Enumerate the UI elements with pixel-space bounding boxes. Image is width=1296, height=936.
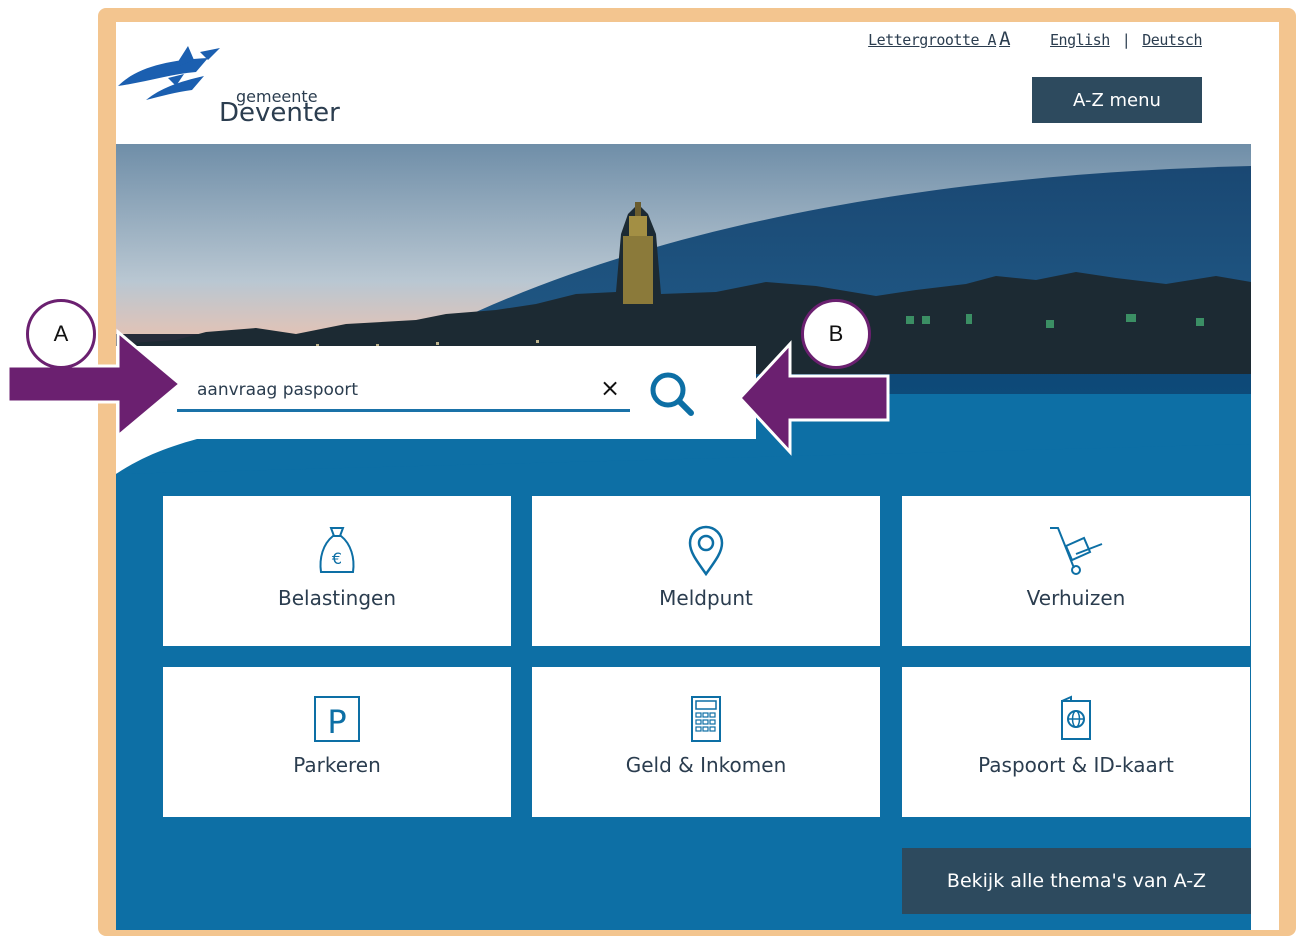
svg-text:€: € — [332, 549, 342, 568]
tile-label: Belastingen — [277, 586, 396, 610]
tile-belastingen[interactable]: € Belastingen — [163, 496, 511, 646]
calculator-icon — [691, 696, 721, 742]
tile-parkeren[interactable]: P Parkeren — [163, 667, 511, 817]
lang-deutsch-link[interactable]: Deutsch — [1142, 31, 1202, 49]
search-input[interactable] — [177, 370, 630, 412]
top-links: Lettergrootte AA English | Deutsch — [868, 28, 1202, 50]
font-size-large-a: A — [999, 28, 1011, 50]
clear-search-button[interactable]: × — [600, 376, 620, 400]
tile-label: Geld & Inkomen — [625, 753, 787, 777]
lang-separator: | — [1121, 31, 1131, 49]
parking-icon: P — [314, 696, 360, 742]
tile-verhuizen[interactable]: Verhuizen — [902, 496, 1250, 646]
font-size-link[interactable]: Lettergrootte AA — [868, 28, 1010, 50]
font-size-label: Lettergrootte A — [868, 31, 997, 49]
tile-label: Meldpunt — [659, 586, 753, 610]
tile-geld-inkomen[interactable]: Geld & Inkomen — [532, 667, 880, 817]
page: gemeente Deventer Lettergrootte AA Engli… — [116, 22, 1279, 930]
tile-label: Parkeren — [293, 753, 381, 777]
svg-text:P: P — [327, 703, 346, 741]
tile-label: Verhuizen — [1026, 586, 1126, 610]
az-menu-button[interactable]: A-Z menu — [1032, 77, 1202, 123]
search-bar: × — [116, 346, 756, 439]
search-icon[interactable] — [646, 368, 698, 420]
logo-bird-icon — [118, 46, 220, 100]
location-pin-icon — [688, 525, 724, 576]
tile-label: Paspoort & ID-kaart — [978, 753, 1174, 777]
tile-paspoort-id[interactable]: Paspoort & ID-kaart — [902, 667, 1250, 817]
annotation-callout-b: B — [801, 299, 871, 369]
site-logo[interactable]: gemeente Deventer — [116, 38, 356, 128]
lang-english-link[interactable]: English — [1050, 31, 1110, 49]
passport-icon — [1061, 695, 1091, 740]
all-themes-button[interactable]: Bekijk alle thema's van A-Z — [902, 848, 1251, 914]
annotation-callout-a: A — [26, 299, 96, 369]
hand-truck-icon — [1050, 527, 1103, 575]
logo-title: Deventer — [219, 98, 340, 128]
money-bag-icon: € — [319, 527, 355, 573]
tile-meldpunt[interactable]: Meldpunt — [532, 496, 880, 646]
